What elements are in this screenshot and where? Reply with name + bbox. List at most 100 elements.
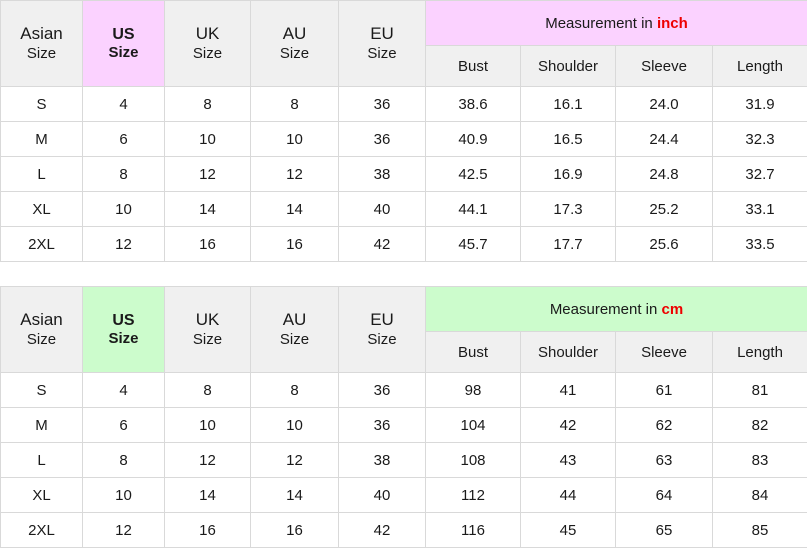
cell-asian: M xyxy=(1,408,83,443)
cell-shoulder: 45 xyxy=(521,513,616,548)
table-row: XL 10 14 14 40 112 44 64 84 xyxy=(1,478,807,513)
cell-au: 8 xyxy=(251,373,339,408)
cell-eu: 36 xyxy=(339,373,426,408)
header-length: Length xyxy=(713,46,807,87)
cell-au: 14 xyxy=(251,192,339,227)
header-asian-size: Asian Size xyxy=(1,1,83,87)
cell-au: 8 xyxy=(251,87,339,122)
cell-uk: 8 xyxy=(165,87,251,122)
table-row: 2XL 12 16 16 42 45.7 17.7 25.6 33.5 xyxy=(1,227,807,262)
header-asian-size-line1: Asian xyxy=(1,24,82,45)
header-au-size: AU Size xyxy=(251,1,339,87)
header-shoulder: Shoulder xyxy=(521,46,616,87)
cell-au: 12 xyxy=(251,157,339,192)
header-au-size-line2: Size xyxy=(251,331,338,349)
cell-eu: 38 xyxy=(339,443,426,478)
cell-length: 84 xyxy=(713,478,807,513)
header-asian-size-line1: Asian xyxy=(1,310,82,331)
header-us-size-line2: Size xyxy=(83,330,164,348)
cell-asian: L xyxy=(1,443,83,478)
table-row: S 4 8 8 36 38.6 16.1 24.0 31.9 xyxy=(1,87,807,122)
cell-bust: 38.6 xyxy=(426,87,521,122)
cell-us: 4 xyxy=(83,373,165,408)
header-uk-size: UK Size xyxy=(165,1,251,87)
cell-bust: 45.7 xyxy=(426,227,521,262)
header-us-size-line1: US xyxy=(83,311,164,331)
header-asian-size: Asian Size xyxy=(1,287,83,373)
header-length: Length xyxy=(713,332,807,373)
table-row: S 4 8 8 36 98 41 61 81 xyxy=(1,373,807,408)
cell-eu: 36 xyxy=(339,87,426,122)
cell-us: 4 xyxy=(83,87,165,122)
cell-length: 31.9 xyxy=(713,87,807,122)
header-us-size: US Size xyxy=(83,287,165,373)
cell-us: 6 xyxy=(83,122,165,157)
header-au-size-line1: AU xyxy=(251,24,338,45)
table-row: 2XL 12 16 16 42 116 45 65 85 xyxy=(1,513,807,548)
cell-asian: M xyxy=(1,122,83,157)
cell-length: 81 xyxy=(713,373,807,408)
cell-bust: 112 xyxy=(426,478,521,513)
cell-au: 12 xyxy=(251,443,339,478)
header-au-size: AU Size xyxy=(251,287,339,373)
cell-length: 33.1 xyxy=(713,192,807,227)
header-uk-size: UK Size xyxy=(165,287,251,373)
cell-uk: 16 xyxy=(165,513,251,548)
cell-bust: 98 xyxy=(426,373,521,408)
header-uk-size-line2: Size xyxy=(165,45,250,63)
size-chart-table-inch: Asian Size US Size UK Size AU Size EU xyxy=(0,0,807,262)
cell-shoulder: 17.7 xyxy=(521,227,616,262)
cell-eu: 40 xyxy=(339,478,426,513)
header-asian-size-line2: Size xyxy=(1,45,82,63)
header-bust: Bust xyxy=(426,332,521,373)
header-uk-size-line1: UK xyxy=(165,310,250,331)
header-eu-size-line2: Size xyxy=(339,331,425,349)
cell-bust: 40.9 xyxy=(426,122,521,157)
cell-bust: 44.1 xyxy=(426,192,521,227)
cell-sleeve: 61 xyxy=(616,373,713,408)
cell-length: 85 xyxy=(713,513,807,548)
cell-eu: 42 xyxy=(339,227,426,262)
cell-eu: 42 xyxy=(339,513,426,548)
cell-sleeve: 62 xyxy=(616,408,713,443)
cell-length: 82 xyxy=(713,408,807,443)
cell-uk: 10 xyxy=(165,122,251,157)
table-row: L 8 12 12 38 108 43 63 83 xyxy=(1,443,807,478)
cell-eu: 36 xyxy=(339,122,426,157)
cell-shoulder: 17.3 xyxy=(521,192,616,227)
header-asian-size-line2: Size xyxy=(1,331,82,349)
cell-au: 16 xyxy=(251,227,339,262)
header-eu-size: EU Size xyxy=(339,287,426,373)
cell-uk: 10 xyxy=(165,408,251,443)
header-uk-size-line2: Size xyxy=(165,331,250,349)
cell-us: 10 xyxy=(83,192,165,227)
measurement-title-prefix: Measurement in xyxy=(545,15,657,32)
cell-asian: XL xyxy=(1,478,83,513)
table-row: L 8 12 12 38 42.5 16.9 24.8 32.7 xyxy=(1,157,807,192)
cell-us: 12 xyxy=(83,227,165,262)
cell-eu: 38 xyxy=(339,157,426,192)
cell-length: 83 xyxy=(713,443,807,478)
table-row: M 6 10 10 36 40.9 16.5 24.4 32.3 xyxy=(1,122,807,157)
cell-shoulder: 16.5 xyxy=(521,122,616,157)
header-eu-size-line2: Size xyxy=(339,45,425,63)
cell-au: 16 xyxy=(251,513,339,548)
cell-uk: 12 xyxy=(165,443,251,478)
cell-us: 8 xyxy=(83,157,165,192)
cell-shoulder: 16.1 xyxy=(521,87,616,122)
cell-sleeve: 24.4 xyxy=(616,122,713,157)
header-us-size-line2: Size xyxy=(83,44,164,62)
header-au-size-line2: Size xyxy=(251,45,338,63)
header-bust: Bust xyxy=(426,46,521,87)
header-eu-size-line1: EU xyxy=(339,24,425,45)
cell-au: 14 xyxy=(251,478,339,513)
cell-eu: 40 xyxy=(339,192,426,227)
header-eu-size-line1: EU xyxy=(339,310,425,331)
cell-bust: 116 xyxy=(426,513,521,548)
header-shoulder: Shoulder xyxy=(521,332,616,373)
cell-us: 10 xyxy=(83,478,165,513)
header-row-top: Asian Size US Size UK Size AU Size EU xyxy=(1,287,807,332)
measurement-title-inch: Measurement in inch xyxy=(426,1,807,46)
cell-length: 33.5 xyxy=(713,227,807,262)
header-au-size-line1: AU xyxy=(251,310,338,331)
